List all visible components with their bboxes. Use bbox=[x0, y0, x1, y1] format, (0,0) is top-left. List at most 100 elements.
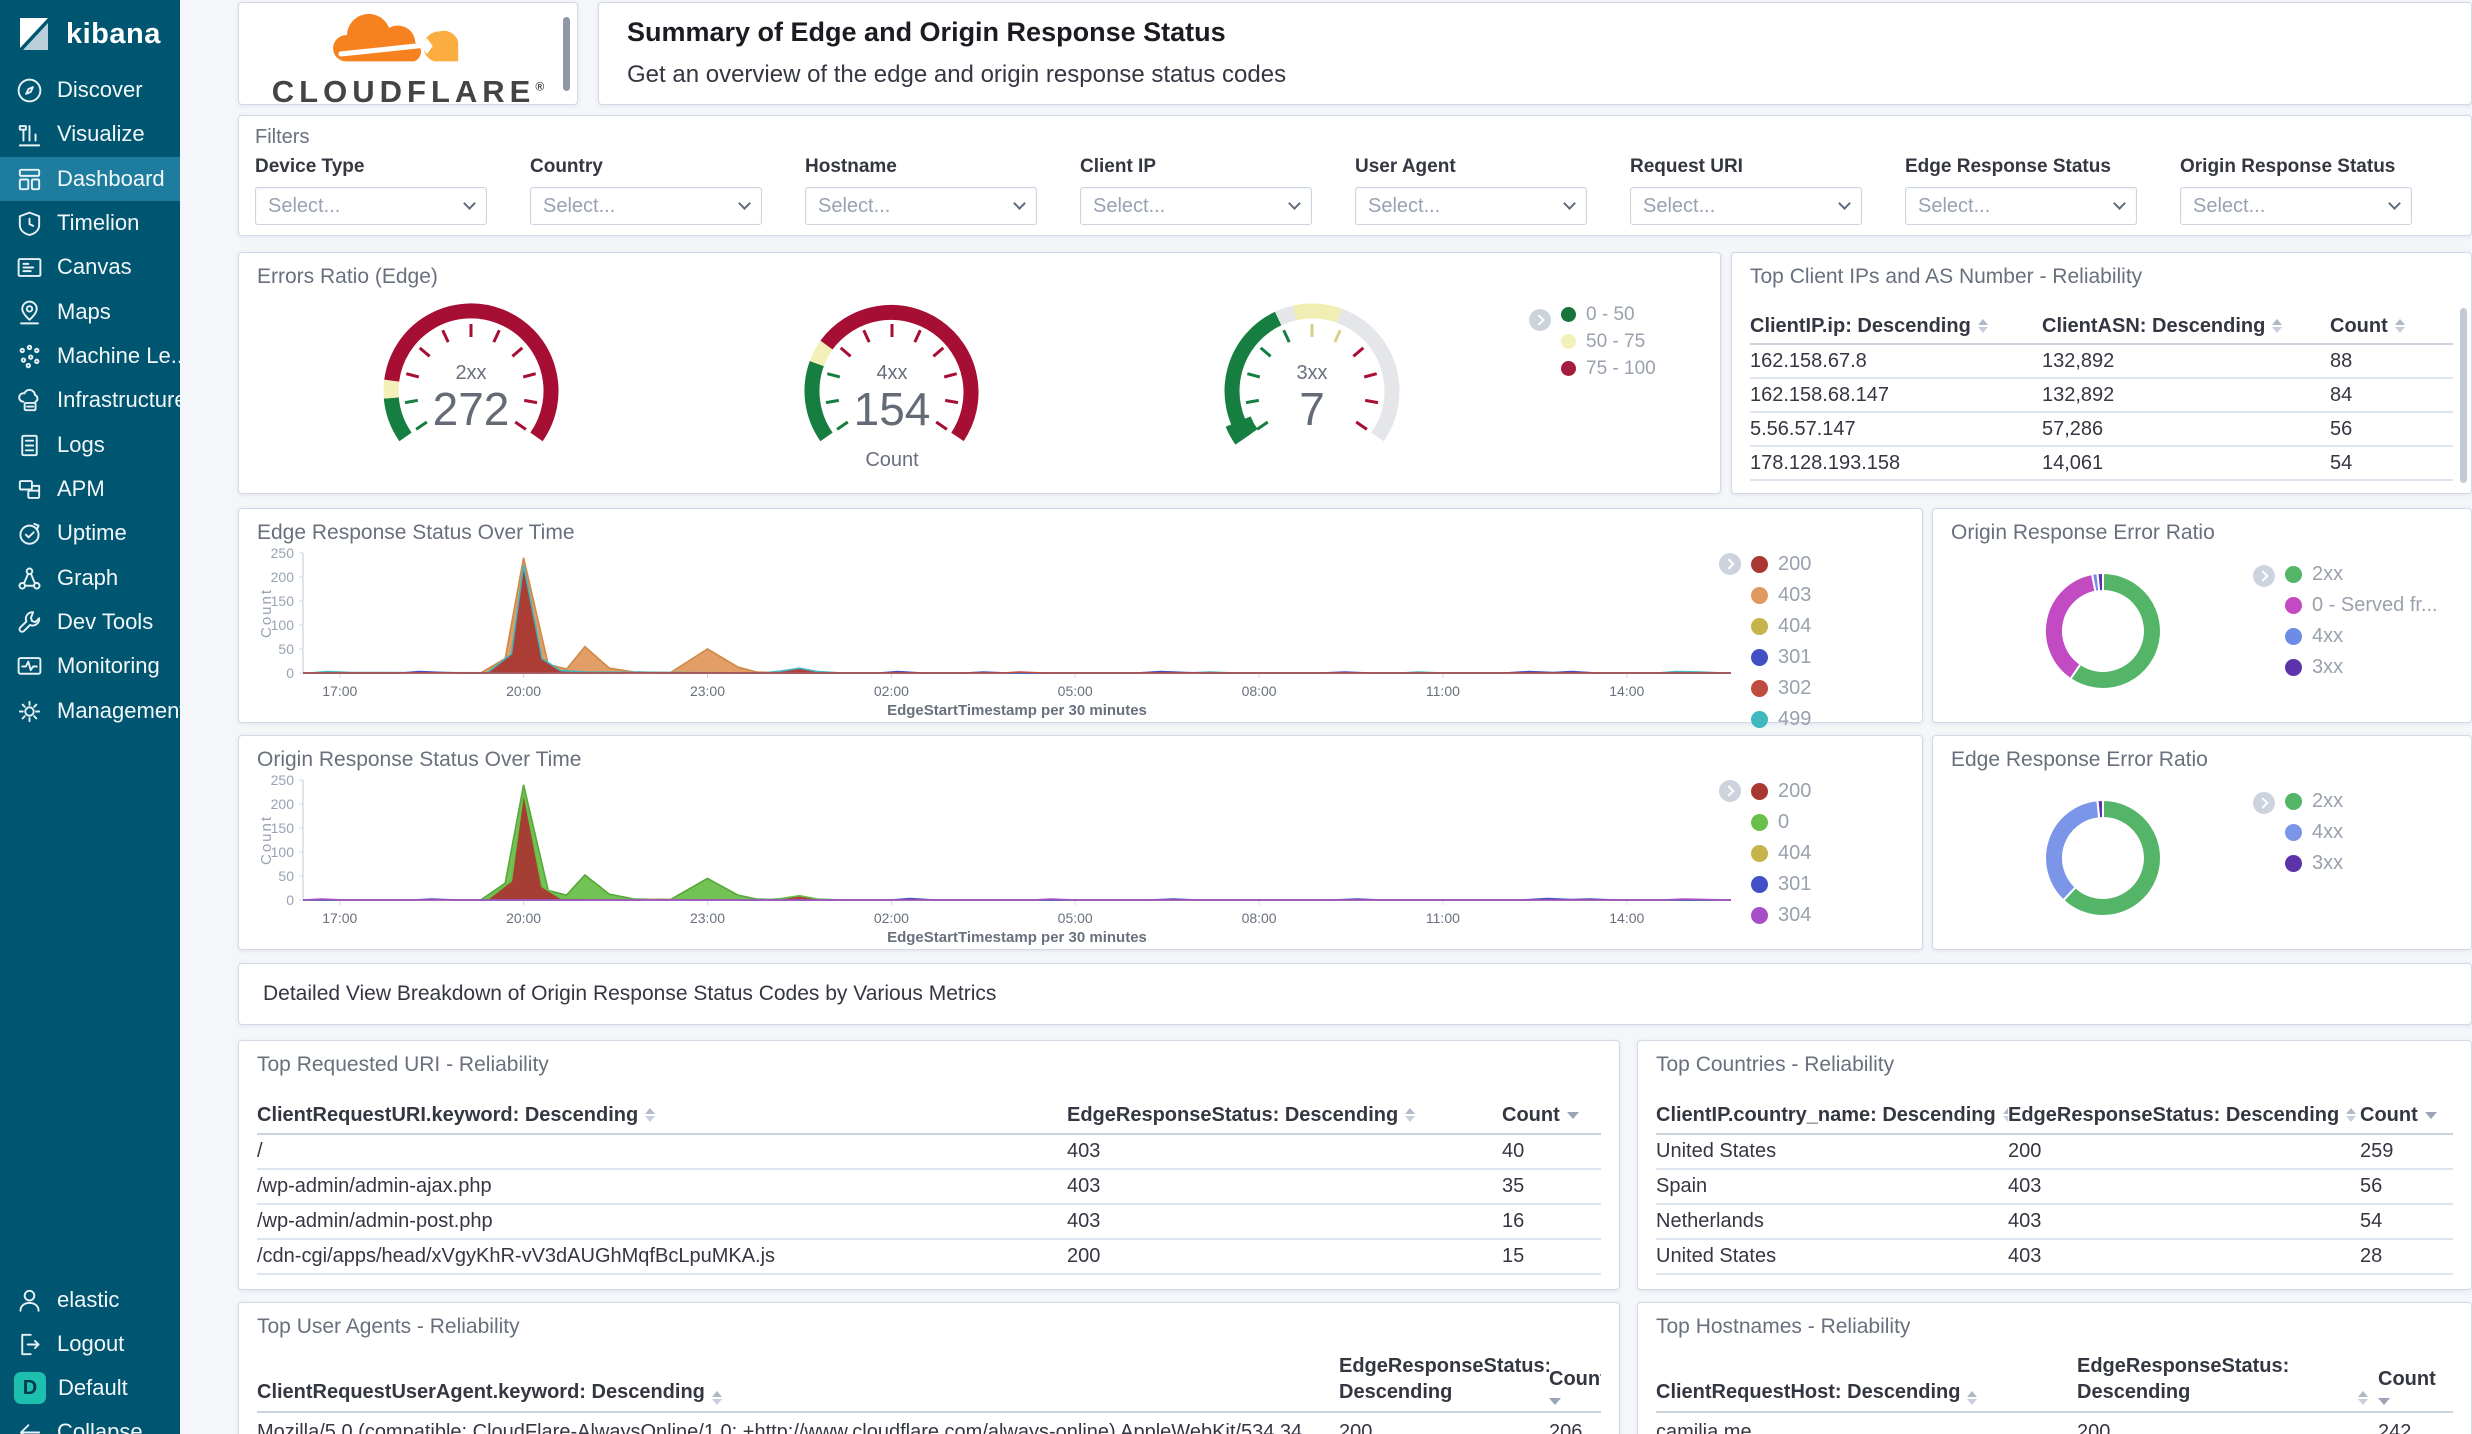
legend-item[interactable]: 499 bbox=[1751, 704, 1811, 735]
legend-expand-icon[interactable] bbox=[1529, 309, 1551, 331]
cell: camilia.me bbox=[1656, 1420, 1752, 1434]
column-header[interactable]: Count bbox=[1549, 1366, 1601, 1405]
sidebar-item-logs[interactable]: Logs bbox=[0, 423, 180, 467]
table-header-row: ClientIP.country_name: Descending EdgeRe… bbox=[1656, 1097, 2453, 1135]
panel-title: Top Client IPs and AS Number - Reliabili… bbox=[1750, 265, 2143, 288]
cell: 28 bbox=[2360, 1245, 2383, 1267]
column-header[interactable]: ClientASN: Descending bbox=[2042, 315, 2330, 338]
legend-item[interactable]: 304 bbox=[1751, 900, 1811, 931]
column-header[interactable]: Count bbox=[2360, 1104, 2453, 1127]
legend-item[interactable]: 403 bbox=[1751, 580, 1811, 611]
legend-item[interactable]: 0 - Served fr... bbox=[2285, 590, 2438, 621]
filter-field: Hostname Select... bbox=[805, 156, 1037, 225]
legend-item[interactable]: 301 bbox=[1751, 869, 1811, 900]
legend-item[interactable]: 404 bbox=[1751, 838, 1811, 869]
legend-item[interactable]: 200 bbox=[1751, 549, 1811, 580]
svg-text:14:00: 14:00 bbox=[1609, 683, 1644, 699]
column-header[interactable]: Count bbox=[2378, 1366, 2453, 1405]
filter-select[interactable]: Select... bbox=[1630, 187, 1862, 225]
sidebar-item-dashboard[interactable]: Dashboard bbox=[0, 157, 180, 201]
hostnames-table: ClientRequestHost: Descending EdgeRespon… bbox=[1656, 1347, 2453, 1434]
svg-text:Count: Count bbox=[258, 815, 275, 865]
filter-select[interactable]: Select... bbox=[1355, 187, 1587, 225]
legend-item[interactable]: 4xx bbox=[2285, 817, 2343, 848]
table-row: 162.158.68.147 132,892 84 bbox=[1750, 379, 2453, 413]
column-header[interactable]: ClientIP.ip: Descending bbox=[1750, 315, 2042, 338]
filter-select[interactable]: Select... bbox=[1905, 187, 2137, 225]
column-header[interactable]: ClientRequestUserAgent.keyword: Descendi… bbox=[257, 1379, 1339, 1405]
sidebar-item-graph[interactable]: Graph bbox=[0, 556, 180, 600]
legend-expand-icon[interactable] bbox=[2253, 565, 2275, 587]
sidebar-item-default-space[interactable]: D Default bbox=[0, 1366, 180, 1410]
column-header[interactable]: EdgeResponseStatus: Descending bbox=[1339, 1353, 1549, 1405]
panel-title: Top Requested URI - Reliability bbox=[257, 1053, 549, 1076]
column-header[interactable]: ClientIP.country_name: Descending bbox=[1656, 1104, 2008, 1127]
sidebar-item-dev-tools[interactable]: Dev Tools bbox=[0, 600, 180, 644]
legend-item[interactable]: 0 bbox=[1751, 807, 1811, 838]
sidebar-item-monitoring[interactable]: Monitoring bbox=[0, 644, 180, 688]
gauge-count-label: Count bbox=[865, 449, 919, 471]
cell: United States bbox=[1656, 1140, 1777, 1162]
legend-item[interactable]: 302 bbox=[1751, 673, 1811, 704]
legend-item[interactable]: 0 - 50 bbox=[1561, 301, 1656, 328]
cell: 403 bbox=[2008, 1210, 2042, 1232]
legend-item[interactable]: 301 bbox=[1751, 642, 1811, 673]
filter-select[interactable]: Select... bbox=[255, 187, 487, 225]
sidebar-item-discover[interactable]: Discover bbox=[0, 68, 180, 112]
logo-panel-scrollbar[interactable] bbox=[563, 17, 570, 91]
legend-item[interactable]: 3xx bbox=[2285, 848, 2343, 879]
column-header[interactable]: ClientRequestURI.keyword: Descending bbox=[257, 1104, 1067, 1127]
legend-item[interactable]: 404 bbox=[1751, 611, 1811, 642]
legend-item[interactable]: 200 bbox=[1751, 776, 1811, 807]
legend-item[interactable]: 2xx bbox=[2285, 559, 2438, 590]
svg-text:20:00: 20:00 bbox=[506, 683, 541, 699]
kibana-logo[interactable]: kibana bbox=[14, 14, 161, 54]
legend-color-dot bbox=[2285, 597, 2302, 614]
legend-label: 4xx bbox=[2312, 625, 2344, 647]
panel-title: Top Countries - Reliability bbox=[1656, 1053, 1895, 1076]
requested-uri-table: ClientRequestURI.keyword: Descending Edg… bbox=[257, 1097, 1601, 1275]
sidebar-item-logout[interactable]: Logout bbox=[0, 1322, 180, 1366]
sidebar-item-elastic-user[interactable]: elastic bbox=[0, 1278, 180, 1322]
filter-select[interactable]: Select... bbox=[1080, 187, 1312, 225]
sidebar-item-timelion[interactable]: Timelion bbox=[0, 201, 180, 245]
sort-desc-icon bbox=[1566, 1111, 1579, 1119]
column-header[interactable]: EdgeResponseStatus: Descending bbox=[1067, 1104, 1502, 1127]
legend-item[interactable]: 2xx bbox=[2285, 786, 2343, 817]
sidebar-item-collapse[interactable]: Collapse bbox=[0, 1410, 180, 1434]
legend-expand-icon[interactable] bbox=[1719, 553, 1741, 575]
legend-item[interactable]: 50 - 75 bbox=[1561, 328, 1656, 355]
filter-select[interactable]: Select... bbox=[530, 187, 762, 225]
chevron-down-icon bbox=[1563, 197, 1576, 210]
filter-select[interactable]: Select... bbox=[2180, 187, 2412, 225]
column-header[interactable]: Count bbox=[1502, 1104, 1601, 1127]
top-client-ips-panel: Top Client IPs and AS Number - Reliabili… bbox=[1731, 252, 2472, 494]
filters-label: Filters bbox=[255, 126, 310, 148]
column-header[interactable]: Count bbox=[2330, 315, 2453, 338]
table-row: 5.56.57.147 57,286 56 bbox=[1750, 413, 2453, 447]
sidebar-item-visualize[interactable]: Visualize bbox=[0, 112, 180, 156]
legend-item[interactable]: 4xx bbox=[2285, 621, 2438, 652]
filter-select[interactable]: Select... bbox=[805, 187, 1037, 225]
sidebar-item-canvas[interactable]: Canvas bbox=[0, 245, 180, 289]
table-scrollbar[interactable] bbox=[2460, 308, 2467, 483]
legend-expand-icon[interactable] bbox=[2253, 792, 2275, 814]
legend-item[interactable]: 3xx bbox=[2285, 652, 2438, 683]
sidebar-item-management[interactable]: Management bbox=[0, 689, 185, 733]
column-header[interactable]: EdgeResponseStatus: Descending bbox=[2008, 1104, 2360, 1127]
table-row: United States 403 28 bbox=[1656, 1240, 2453, 1275]
svg-text:2xx: 2xx bbox=[455, 362, 486, 384]
sidebar-item-uptime[interactable]: Uptime bbox=[0, 511, 180, 555]
logout-icon bbox=[21, 1333, 40, 1355]
sidebar-item-machine-learning[interactable]: Machine Le... bbox=[0, 334, 189, 378]
kibana-cloudflare-dashboard: kibana Discover Visualize Dashboard Time… bbox=[0, 0, 2472, 1434]
cell: 162.158.67.8 bbox=[1750, 349, 1867, 372]
column-header[interactable]: ClientRequestHost: Descending bbox=[1656, 1379, 2077, 1405]
column-header[interactable]: EdgeResponseStatus: Descending bbox=[2077, 1353, 2378, 1405]
sidebar-item-infrastructure[interactable]: Infrastructure bbox=[0, 378, 187, 422]
sidebar-item-apm[interactable]: APM bbox=[0, 467, 180, 511]
top-countries-panel: Top Countries - Reliability ClientIP.cou… bbox=[1637, 1040, 2472, 1290]
legend-item[interactable]: 75 - 100 bbox=[1561, 355, 1656, 382]
sidebar-item-maps[interactable]: Maps bbox=[0, 290, 180, 334]
legend-expand-icon[interactable] bbox=[1719, 780, 1741, 802]
